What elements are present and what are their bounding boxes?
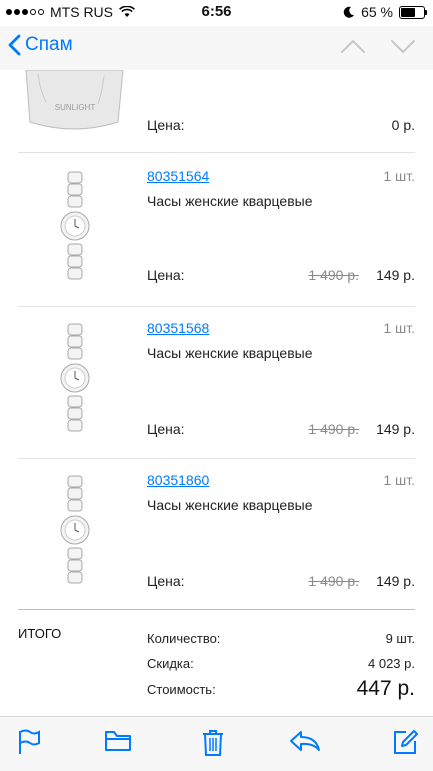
product-sku-link[interactable]: 80351564 [147,168,209,184]
total-quantity-row: Количество: 9 шт. [147,631,415,646]
total-quantity-value: 9 шт. [385,631,415,646]
watch-image [60,323,90,432]
price: 149 р. [376,573,415,589]
previous-message-icon[interactable] [341,38,365,54]
product-name: Часы женские кварцевые [147,193,313,209]
product-sku-link[interactable]: 80351860 [147,472,209,488]
folder-icon[interactable] [104,729,132,753]
nav-bar: Спам [0,26,433,70]
back-label: Спам [25,34,73,55]
total-cost-row: Стоимость: 447 р. [147,677,415,700]
price-label: Цена: [147,267,185,283]
moon-icon [343,6,355,18]
reply-icon[interactable] [289,729,321,753]
divider [18,458,415,459]
list-item: 80351568 1 шт. Часы женские кварцевые Це… [18,318,415,446]
list-item: 80351564 1 шт. Часы женские кварцевые Це… [18,166,415,294]
watch-image [60,171,90,280]
back-button[interactable]: Спам [8,34,73,56]
product-name: Часы женские кварцевые [147,497,313,513]
pouch-image: SUNLIGHT [25,70,124,130]
quantity: 1 шт. [383,168,415,184]
divider [18,152,415,153]
price-label: Цена: [147,421,185,437]
total-cost-value: 447 р. [356,677,415,700]
discount-value: 4 023 р. [368,656,415,671]
total-cost-label: Стоимость: [147,682,216,697]
price: 0 р. [391,117,415,133]
old-price: 1 490 р. [308,573,359,589]
old-price: 1 490 р. [308,267,359,283]
product-name: Часы женские кварцевые [147,345,313,361]
watch-image [60,475,90,584]
price: 149 р. [376,267,415,283]
discount-row: Скидка: 4 023 р. [147,656,415,671]
price: 149 р. [376,421,415,437]
price-label: Цена: [147,573,185,589]
list-item: SUNLIGHT Цена: 0 р. [18,70,415,150]
quantity: 1 шт. [383,320,415,336]
battery-icon [399,5,427,19]
compose-icon[interactable] [392,729,418,755]
bottom-toolbar [0,716,433,771]
old-price: 1 490 р. [308,421,359,437]
quantity: 1 шт. [383,472,415,488]
trash-icon[interactable] [202,729,224,757]
totals-title: ИТОГО [18,626,62,641]
status-bar: MTS RUS 6:56 65 % [0,0,433,26]
divider [18,306,415,307]
total-quantity-label: Количество: [147,631,221,646]
next-message-icon[interactable] [391,38,415,54]
chevron-left-icon [8,34,21,56]
price-label: Цена: [147,117,185,133]
product-sku-link[interactable]: 80351568 [147,320,209,336]
svg-text:SUNLIGHT: SUNLIGHT [55,103,96,112]
list-item: 80351860 1 шт. Часы женские кварцевые Це… [18,470,415,598]
divider [18,609,415,610]
discount-label: Скидка: [147,656,194,671]
flag-icon[interactable] [17,729,41,755]
battery-percent: 65 % [361,4,393,20]
